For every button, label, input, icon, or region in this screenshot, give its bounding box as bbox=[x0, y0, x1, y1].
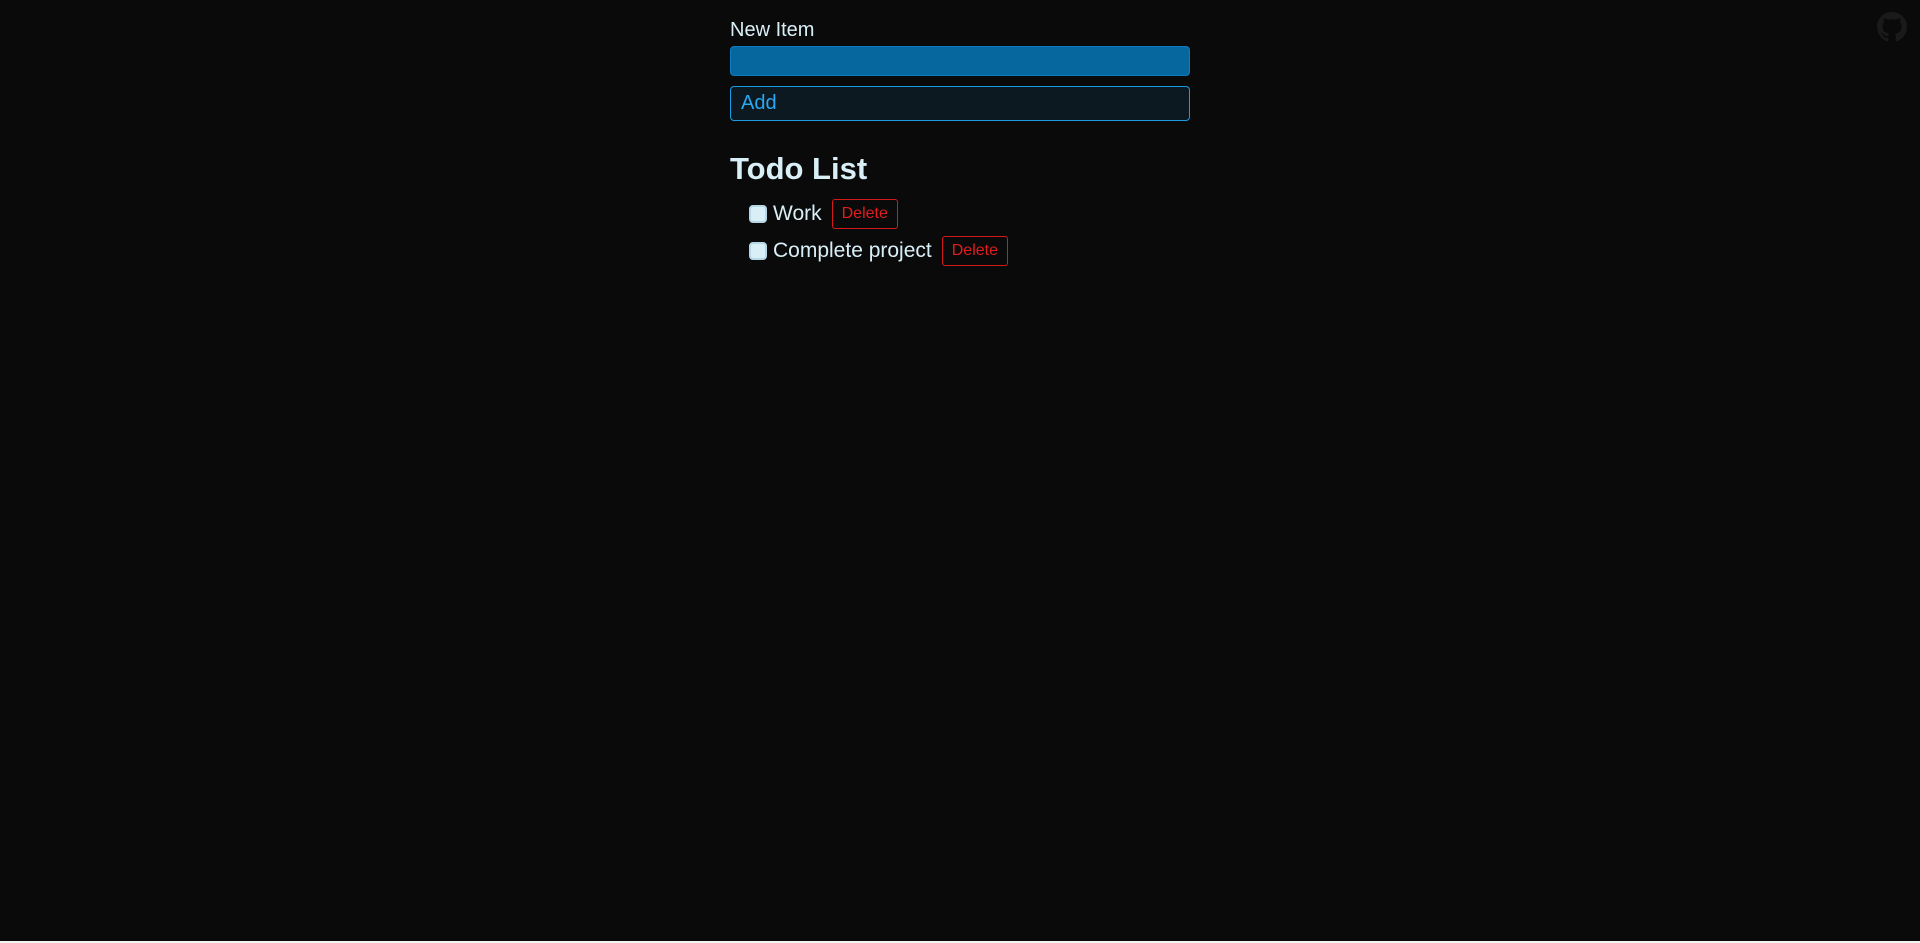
github-link[interactable] bbox=[1877, 12, 1907, 42]
todo-list-title: Todo List bbox=[730, 151, 868, 186]
todo-item: Complete project Delete bbox=[749, 232, 1190, 269]
new-item-label: New Item bbox=[730, 19, 815, 41]
todo-app: New Item Add Todo List Work Delete Compl… bbox=[730, 18, 1190, 269]
todo-checkbox[interactable] bbox=[749, 241, 767, 260]
delete-button[interactable]: Delete bbox=[941, 235, 1008, 266]
todo-list: Work Delete Complete project Delete bbox=[730, 195, 1190, 269]
todo-checkbox[interactable] bbox=[749, 204, 767, 223]
delete-button[interactable]: Delete bbox=[831, 198, 898, 229]
new-item-form: New Item Add bbox=[730, 18, 1190, 121]
add-button[interactable]: Add bbox=[730, 86, 1190, 121]
todo-item: Work Delete bbox=[749, 195, 1190, 232]
todo-item-text: Work bbox=[773, 201, 822, 225]
github-icon bbox=[1877, 12, 1907, 42]
todo-item-text: Complete project bbox=[773, 238, 932, 262]
new-item-input[interactable] bbox=[730, 46, 1190, 76]
